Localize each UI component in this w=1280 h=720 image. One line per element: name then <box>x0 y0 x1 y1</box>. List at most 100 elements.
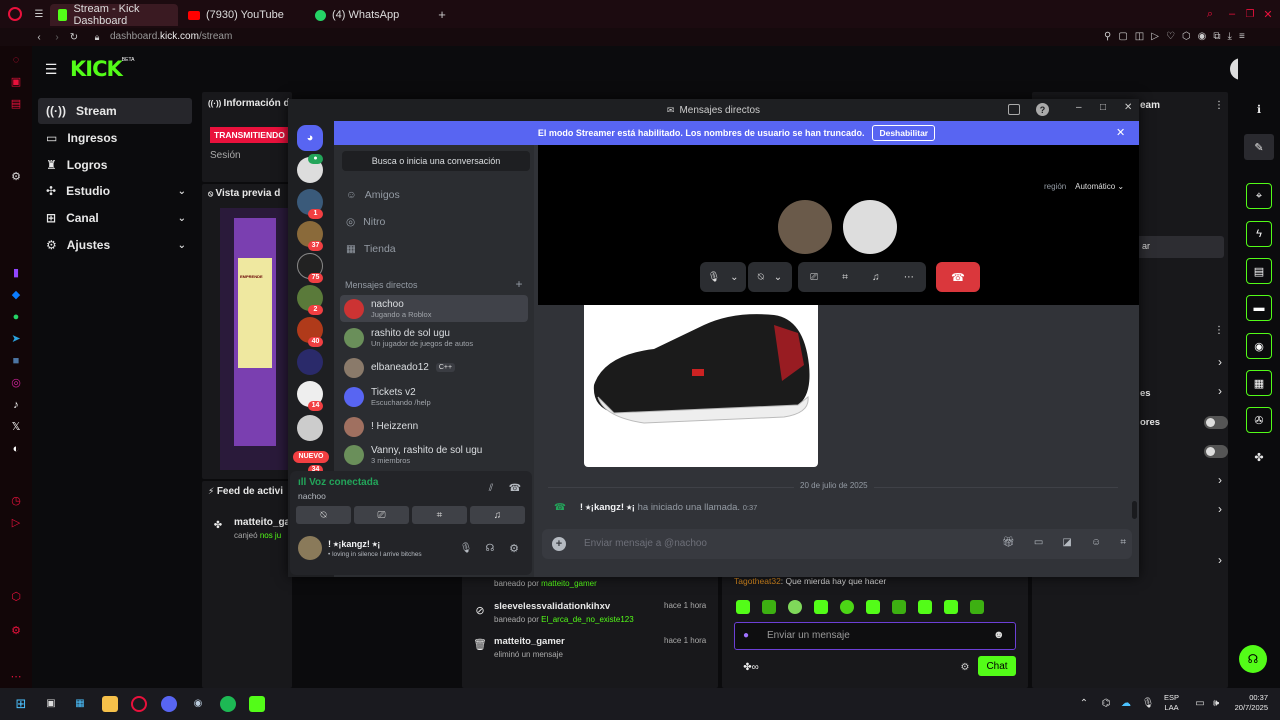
discord-minimize-button[interactable]: – <box>1076 102 1082 113</box>
stream-key-icon[interactable]: ▦ <box>1246 370 1272 396</box>
points-tool-icon[interactable]: ✤ <box>1252 450 1266 464</box>
region-selector[interactable]: región Automático ⌄ <box>1044 182 1124 191</box>
chat-bubble-icon[interactable]: ▬ <box>1246 295 1272 321</box>
broadcast-tool-icon[interactable]: ◉ <box>1246 333 1272 359</box>
emoji-face-icon[interactable]: ☺ <box>1091 537 1101 551</box>
gif-icon[interactable]: ▭ <box>1034 537 1043 551</box>
discord-home-icon[interactable]: ◕ <box>297 125 323 151</box>
info-icon[interactable]: ℹ <box>1252 102 1266 116</box>
tab-islands-icon[interactable]: ⧉ <box>1213 31 1220 43</box>
mic-button[interactable]: 🎙︎ ⌄ <box>700 262 746 292</box>
notes-icon[interactable]: ▤ <box>1246 258 1272 284</box>
emote-icon[interactable] <box>892 600 906 614</box>
messenger-icon[interactable]: ◆ <box>9 288 23 302</box>
camera-button[interactable]: ⍉ ⌄ <box>748 262 792 292</box>
share-screen-icon[interactable]: ⎚ <box>810 272 818 283</box>
server-icon[interactable] <box>297 349 323 375</box>
server-icon[interactable] <box>297 415 323 441</box>
opera-logo-icon[interactable] <box>8 7 22 21</box>
add-dm-icon[interactable]: + <box>514 277 524 291</box>
search-tabs-icon[interactable]: ⌕ <box>1204 8 1216 20</box>
toggle-switch[interactable] <box>1204 445 1228 458</box>
chat-settings-icon[interactable]: ⚙ <box>958 660 972 674</box>
reload-icon[interactable]: ↻ <box>69 31 79 43</box>
more-side-icon[interactable]: ⋯ <box>9 670 23 684</box>
close-window-button[interactable]: ✕ <box>1262 8 1274 21</box>
points-icon[interactable]: ✤∞ <box>738 660 764 674</box>
chat-send-button[interactable]: Chat <box>978 656 1016 676</box>
gamepad-icon[interactable]: ⌗ <box>842 272 848 283</box>
steam-icon[interactable]: ◉ <box>190 696 206 712</box>
x-twitter-icon[interactable]: 𝕏 <box>9 420 23 434</box>
discord-close-button[interactable]: ✕ <box>1124 102 1132 113</box>
settings-side-icon[interactable]: ⚙ <box>9 624 23 638</box>
nav-ajustes[interactable]: ⚙ Ajustes ⌄ <box>38 232 192 258</box>
tray-mic-icon[interactable]: 🎙︎ <box>1140 696 1156 712</box>
volume-icon[interactable]: 🕪︎ <box>1208 696 1224 712</box>
mute-mic-icon[interactable]: 🎙︎ <box>460 542 473 554</box>
edit-icon[interactable]: ✎ <box>1244 134 1274 160</box>
discord-side-icon[interactable]: ◐ <box>9 442 23 456</box>
more-dots-icon[interactable]: ⋯ <box>904 272 914 283</box>
chat-scrollbar[interactable] <box>1132 501 1137 519</box>
soundboard-button[interactable]: ♫ <box>470 506 525 524</box>
layout-icon[interactable]: ⌖ <box>1246 183 1272 209</box>
emote-icon[interactable] <box>918 600 932 614</box>
dm-menu-nitro[interactable]: ◎ Nitro <box>346 216 385 228</box>
kick-taskbar-icon[interactable] <box>249 696 265 712</box>
nav-estudio[interactable]: ✣ Estudio ⌄ <box>38 178 192 204</box>
download-icon[interactable]: ⤓ <box>1228 31 1232 43</box>
emote-icon[interactable] <box>788 600 802 614</box>
tab-kick-dashboard[interactable]: Stream - Kick Dashboard <box>50 3 178 27</box>
extensions-side-icon[interactable]: ⬡ <box>9 590 23 604</box>
extensions-icon[interactable]: ⬡ <box>1182 31 1191 43</box>
dm-menu-friends[interactable]: ☺ Amigos <box>346 189 400 201</box>
vk-icon[interactable]: ■ <box>9 354 23 368</box>
emote-icon[interactable] <box>970 600 984 614</box>
windows-start-icon[interactable]: ⊞ <box>13 696 29 712</box>
emote-icon[interactable] <box>840 600 854 614</box>
activity-button[interactable]: ⌗ <box>412 506 467 524</box>
heart-icon[interactable]: ♡ <box>1166 31 1175 43</box>
tiktok-icon[interactable]: ♪ <box>9 398 23 412</box>
disable-streamer-button[interactable]: Deshabilitar <box>872 125 936 141</box>
gift-icon[interactable]: 🎁︎ <box>1002 537 1015 551</box>
minimize-window-button[interactable]: – <box>1226 8 1238 20</box>
dm-item[interactable]: nachoo Jugando a Roblox <box>340 295 528 322</box>
emote-icon[interactable] <box>762 600 776 614</box>
player-icon[interactable]: ▷ <box>1151 31 1159 43</box>
discord-taskbar-icon[interactable] <box>161 696 177 712</box>
new-tab-button[interactable]: + <box>436 7 448 22</box>
maximize-window-button[interactable]: ❐ <box>1244 8 1256 20</box>
camera-icon[interactable]: ◫ <box>1135 31 1144 43</box>
discord-maximize-button[interactable]: □ <box>1100 102 1106 113</box>
tray-cloud-icon[interactable]: ☁ <box>1118 696 1134 712</box>
speed-dial-icon[interactable]: ▣ <box>9 75 23 89</box>
instagram-icon[interactable]: ◎ <box>9 376 23 390</box>
forward-arrow-icon[interactable]: › <box>52 31 62 43</box>
chevron-right-icon[interactable]: › <box>1216 473 1224 487</box>
hang-up-button[interactable]: ☎ <box>936 262 980 292</box>
telegram-icon[interactable]: ➤ <box>9 332 23 346</box>
lightning-tool-icon[interactable]: ϟ <box>1246 221 1272 247</box>
nav-ingresos[interactable]: ▭ Ingresos <box>38 125 192 151</box>
chevron-right-icon[interactable]: › <box>1216 355 1224 369</box>
hamburger-menu-icon[interactable]: ☰ <box>44 61 58 77</box>
profile-icon[interactable]: ◉ <box>1198 31 1207 43</box>
tab-youtube[interactable]: (7930) YouTube <box>180 4 306 26</box>
noise-suppression-icon[interactable]: ⫽ <box>484 481 498 495</box>
player-side-icon[interactable]: ▷ <box>9 516 23 530</box>
dm-item[interactable]: rashito de sol ugu Un jugador de juegos d… <box>340 324 528 351</box>
preview-video[interactable]: EMPRENDE <box>220 208 292 470</box>
network-icon[interactable]: ▭ <box>1192 696 1208 712</box>
camera-off-button[interactable]: ⍉ <box>296 506 351 524</box>
mic-icon[interactable]: ● <box>743 630 749 641</box>
more-options-icon[interactable]: ⋮ <box>1214 324 1224 336</box>
pin-icon[interactable]: ⚲ <box>1104 31 1111 43</box>
dm-item[interactable]: Vanny, rashito de sol ugu 3 miembros <box>340 441 528 468</box>
chatgpt-icon[interactable]: ⚙ <box>9 170 23 184</box>
message-input[interactable]: + Enviar mensaje a @nachoo 🎁︎ ▭ ◪ ☺ ⌗ <box>542 529 1132 559</box>
toggle-switch[interactable] <box>1204 416 1228 429</box>
self-avatar[interactable] <box>298 536 322 560</box>
conversation-search[interactable]: Busca o inicia una conversación <box>342 151 530 171</box>
